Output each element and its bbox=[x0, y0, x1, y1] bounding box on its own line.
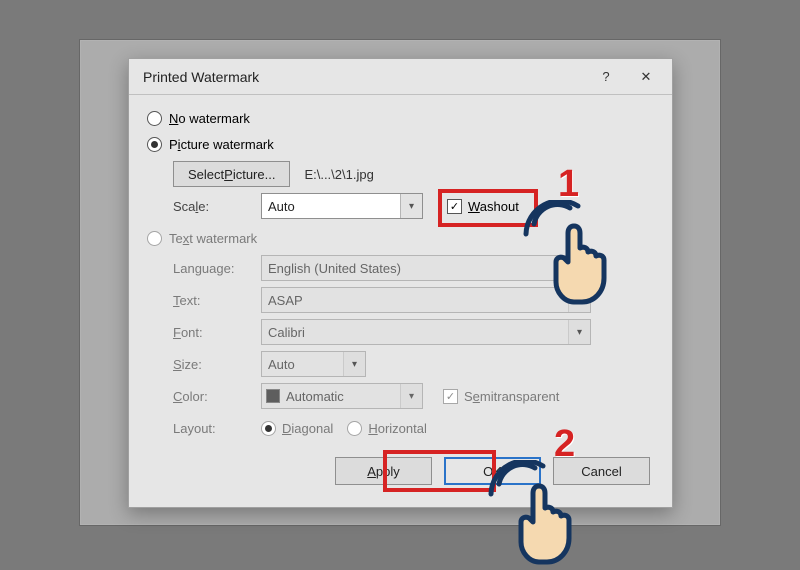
picture-path: E:\...\2\1.jpg bbox=[304, 167, 373, 182]
radio-icon bbox=[147, 137, 162, 152]
radio-icon bbox=[147, 231, 162, 246]
select-picture-button[interactable]: Select Picture... bbox=[173, 161, 290, 187]
apply-button[interactable]: Apply bbox=[335, 457, 432, 485]
washout-label: Washout bbox=[468, 199, 519, 214]
color-swatch bbox=[266, 389, 280, 403]
color-combo: Automatic ▾ bbox=[261, 383, 423, 409]
scale-combo[interactable]: Auto ▾ bbox=[261, 193, 423, 219]
layout-horizontal-option: Horizontal bbox=[347, 421, 427, 436]
font-combo: Calibri ▾ bbox=[261, 319, 591, 345]
size-label: Size: bbox=[173, 357, 261, 372]
title-bar: Printed Watermark ? ✕ bbox=[129, 59, 672, 95]
pointer-hand-icon bbox=[485, 460, 595, 570]
layout-label: Layout: bbox=[173, 421, 261, 436]
close-icon: ✕ bbox=[641, 69, 652, 85]
scale-label: Scale: bbox=[173, 199, 261, 214]
chevron-down-icon: ▾ bbox=[568, 320, 590, 344]
semitransparent-checkbox: ✓ bbox=[443, 389, 458, 404]
dialog-title: Printed Watermark bbox=[143, 69, 586, 85]
pointer-hand-icon bbox=[520, 200, 630, 310]
layout-diagonal-option: Diagonal bbox=[261, 421, 333, 436]
chevron-down-icon: ▾ bbox=[400, 194, 422, 218]
chevron-down-icon: ▾ bbox=[400, 384, 422, 408]
help-icon: ? bbox=[602, 69, 609, 84]
color-label: Color: bbox=[173, 389, 261, 404]
text-watermark-label: t watermark bbox=[189, 231, 257, 246]
picture-watermark-option[interactable]: Picture watermark bbox=[147, 131, 654, 157]
picture-watermark-label: cture watermark bbox=[181, 137, 274, 152]
radio-icon bbox=[261, 421, 276, 436]
no-watermark-label: o watermark bbox=[178, 111, 250, 126]
help-button[interactable]: ? bbox=[586, 62, 626, 92]
no-watermark-option[interactable]: No watermark bbox=[147, 105, 654, 131]
language-label: Language: bbox=[173, 261, 261, 276]
washout-checkbox[interactable]: ✓ bbox=[447, 199, 462, 214]
text-label: Text: bbox=[173, 293, 261, 308]
close-button[interactable]: ✕ bbox=[626, 62, 666, 92]
semitransparent-label: Semitransparent bbox=[464, 389, 559, 404]
chevron-down-icon: ▾ bbox=[343, 352, 365, 376]
size-combo: Auto ▾ bbox=[261, 351, 366, 377]
font-label: Font: bbox=[173, 325, 261, 340]
radio-icon bbox=[347, 421, 362, 436]
radio-icon bbox=[147, 111, 162, 126]
